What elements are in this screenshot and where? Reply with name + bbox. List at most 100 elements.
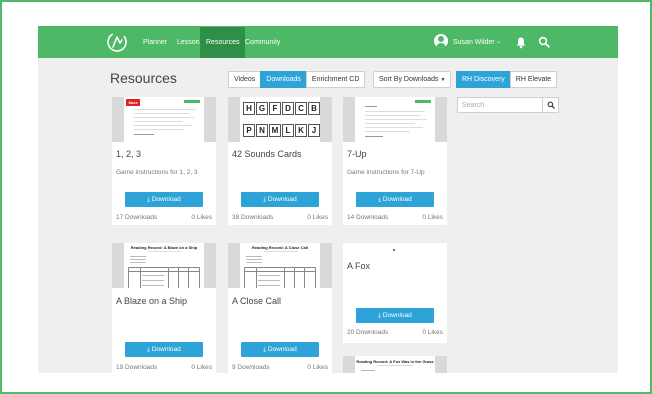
resource-card[interactable]: Save 1, 2, 3 Game instructions for 1, 2,… (112, 97, 216, 225)
app-logo-icon[interactable] (106, 31, 128, 53)
download-button[interactable]: ⤓ Download (356, 192, 434, 207)
card-title[interactable]: 1, 2, 3 (116, 149, 141, 159)
card-title[interactable]: A Blaze on a Ship (116, 296, 187, 306)
download-count: 9 Downloads (232, 364, 270, 371)
resource-card[interactable]: H G F D C B P N M L K J 42 Sounds Cards … (228, 97, 332, 225)
nav-community[interactable]: Community (239, 27, 286, 58)
document-preview: Save (124, 97, 204, 142)
download-icon: ⤓ (147, 197, 150, 203)
thumbnail-placeholder (393, 249, 395, 251)
download-label: Download (382, 196, 412, 203)
letter-card: P (243, 124, 255, 137)
document-preview: Reading Record: A Blaze on a Ship (124, 243, 204, 288)
card-thumbnail (343, 97, 447, 142)
letter-card: B (308, 102, 320, 115)
card-thumbnail: Reading Record: A Blaze on a Ship (112, 243, 216, 288)
download-count: 20 Downloads (347, 329, 389, 336)
download-label: Download (382, 312, 412, 319)
save-badge[interactable]: Save (126, 99, 140, 106)
download-icon: ⤓ (263, 347, 266, 353)
download-icon: ⤓ (147, 347, 150, 353)
search-icon[interactable] (538, 36, 550, 48)
page-title: Resources (110, 70, 177, 86)
download-count: 17 Downloads (116, 214, 158, 221)
document-preview (355, 97, 435, 142)
letter-card: F (269, 102, 281, 115)
letter-card: D (282, 102, 294, 115)
card-thumbnail: Reading Record: A Close Call (228, 243, 332, 288)
like-count: 0 Likes (422, 329, 443, 336)
tab-enrichment-cd[interactable]: Enrichment CD (305, 71, 366, 88)
caret-down-icon: ▼ (440, 77, 446, 83)
top-nav: Planner Lessons Resources Community Susa… (38, 27, 618, 58)
letter-card: C (295, 102, 307, 115)
user-name[interactable]: Susan Wilder (453, 27, 495, 58)
like-count: 0 Likes (422, 214, 443, 221)
letter-card: J (308, 124, 320, 137)
bell-icon[interactable] (515, 36, 527, 49)
download-icon: ⤓ (378, 313, 381, 319)
resource-card[interactable]: Reading Record: A Fox Was in the Grass (343, 356, 447, 373)
card-title[interactable]: 7-Up (347, 149, 367, 159)
card-title[interactable]: A Fox (347, 261, 370, 271)
nav-planner[interactable]: Planner (137, 27, 173, 58)
document-preview: H G F D C B P N M L K J (240, 97, 320, 142)
card-description: Game instructions for 1, 2, 3 (116, 169, 198, 176)
card-thumbnail: Reading Record: A Fox Was in the Grass (343, 356, 447, 373)
letter-card: H (243, 102, 255, 115)
download-button[interactable]: ⤓ Download (356, 308, 434, 323)
card-title[interactable]: A Close Call (232, 296, 281, 306)
search-box (457, 97, 559, 113)
tab-downloads[interactable]: Downloads (260, 71, 307, 88)
tab-videos[interactable]: Videos (228, 71, 262, 88)
user-menu-caret-icon[interactable]: ⌄ (496, 27, 501, 58)
like-count: 0 Likes (191, 364, 212, 371)
download-button[interactable]: ⤓ Download (241, 192, 319, 207)
document-heading: Reading Record: A Fox Was in the Grass (356, 359, 434, 364)
download-label: Download (151, 196, 181, 203)
search-icon (547, 101, 555, 109)
sort-label: Sort By Downloads (379, 76, 439, 83)
search-input[interactable] (458, 98, 542, 112)
download-icon: ⤓ (378, 197, 381, 203)
resource-card[interactable]: Reading Record: A Close Call A Close Cal… (228, 243, 332, 373)
letter-card: G (256, 102, 268, 115)
download-button[interactable]: ⤓ Download (125, 342, 203, 357)
document-heading: Reading Record: A Close Call (251, 245, 309, 250)
document-heading: Reading Record: A Blaze on a Ship (130, 245, 198, 250)
screenshot-frame: Planner Lessons Resources Community Susa… (0, 0, 652, 394)
card-thumbnail: H G F D C B P N M L K J (228, 97, 332, 142)
app-window: Planner Lessons Resources Community Susa… (38, 27, 618, 373)
resource-card[interactable]: A Fox ⤓ Download 20 Downloads 0 Likes (343, 243, 447, 343)
document-preview: Reading Record: A Fox Was in the Grass (355, 356, 435, 373)
resource-card[interactable]: 7-Up Game instructions for 7-Up ⤓ Downloa… (343, 97, 447, 225)
letter-card: N (256, 124, 268, 137)
download-count: 14 Downloads (347, 214, 389, 221)
download-label: Download (267, 346, 297, 353)
download-count: 38 Downloads (232, 214, 274, 221)
download-button[interactable]: ⤓ Download (125, 192, 203, 207)
letter-card: K (295, 124, 307, 137)
sort-dropdown[interactable]: Sort By Downloads ▼ (373, 71, 452, 88)
like-count: 0 Likes (307, 214, 328, 221)
card-title[interactable]: 42 Sounds Cards (232, 149, 302, 159)
user-avatar-icon[interactable] (434, 34, 448, 48)
letter-card: M (269, 124, 281, 137)
like-count: 0 Likes (307, 364, 328, 371)
program-rh-elevate[interactable]: RH Elevate (509, 71, 558, 88)
document-preview: Reading Record: A Close Call (240, 243, 320, 288)
download-count: 19 Downloads (116, 364, 158, 371)
download-button[interactable]: ⤓ Download (241, 342, 319, 357)
letter-card: L (282, 124, 294, 137)
download-label: Download (267, 196, 297, 203)
resource-type-tabs: Videos Downloads Enrichment CD (228, 71, 366, 88)
search-button[interactable] (542, 98, 558, 112)
resource-card[interactable]: Reading Record: A Blaze on a Ship A Blaz… (112, 243, 216, 373)
like-count: 0 Likes (191, 214, 212, 221)
download-icon: ⤓ (263, 197, 266, 203)
program-toggle: RH Discovery RH Elevate (456, 71, 558, 88)
card-description: Game instructions for 7-Up (347, 169, 425, 176)
download-label: Download (151, 346, 181, 353)
program-rh-discovery[interactable]: RH Discovery (456, 71, 511, 88)
card-thumbnail: Save (112, 97, 216, 142)
